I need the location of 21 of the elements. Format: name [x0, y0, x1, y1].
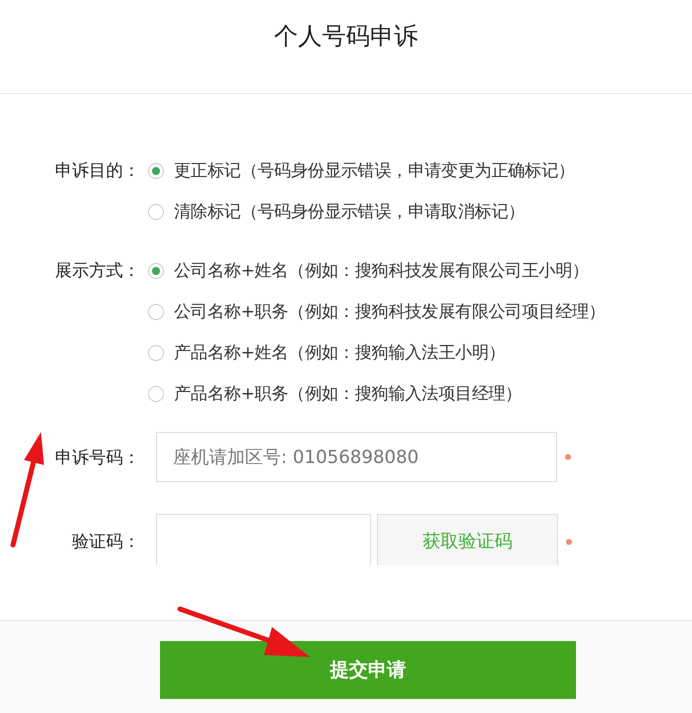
radio-label[interactable]: 产品名称+职务（例如：搜狗输入法项目经理） — [174, 382, 522, 405]
code-input-field[interactable] — [156, 514, 371, 565]
radio-button[interactable] — [148, 262, 164, 278]
radio-label[interactable]: 更正标记（号码身份显示错误，申请变更为正确标记） — [174, 159, 575, 182]
required-dot — [565, 454, 571, 460]
radio-button[interactable] — [148, 386, 164, 402]
field-label: 申诉目的： — [55, 161, 140, 181]
field-label: 展示方式： — [55, 261, 140, 281]
radio-label[interactable]: 清除标记（号码身份显示错误，申请取消标记） — [174, 200, 525, 223]
field-label: 申诉号码： — [55, 448, 140, 468]
radio-button[interactable] — [148, 204, 164, 220]
radio-button[interactable] — [148, 304, 164, 320]
radio-button[interactable] — [148, 344, 164, 360]
radio-label[interactable]: 公司名称+姓名（例如：搜狗科技发展有限公司王小明） — [174, 259, 589, 282]
radio-button[interactable] — [148, 162, 164, 178]
field-label: 验证码： — [72, 532, 140, 552]
phone-input-field[interactable]: 座机请加区号: 01056898080 — [156, 432, 557, 482]
page-title: 个人号码申诉 — [274, 21, 418, 52]
required-dot — [566, 539, 572, 545]
radio-label[interactable]: 公司名称+职务（例如：搜狗科技发展有限公司项目经理） — [174, 300, 606, 323]
radio-label[interactable]: 产品名称+姓名（例如：搜狗输入法王小明） — [174, 341, 506, 364]
